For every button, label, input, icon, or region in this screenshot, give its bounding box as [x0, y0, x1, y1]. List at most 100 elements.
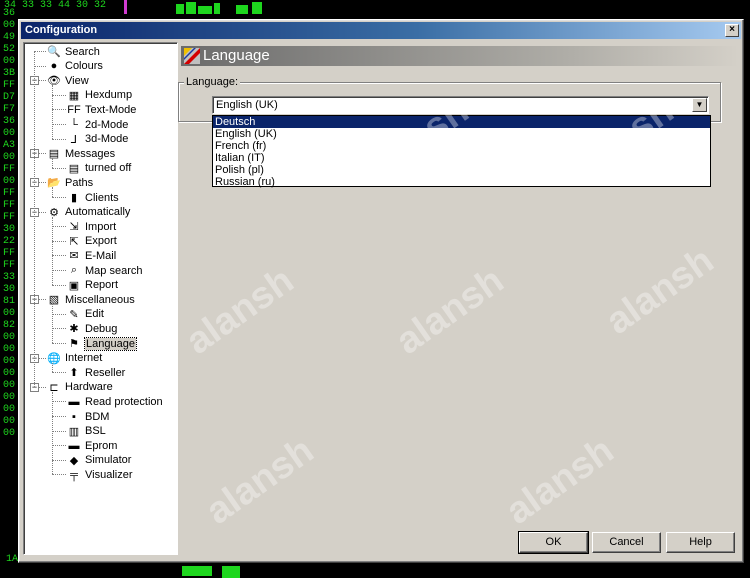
- terminal-graph: [186, 2, 196, 14]
- tree-item-3d-mode[interactable]: ⅃ 3d-Mode: [66, 132, 129, 147]
- settings-tree[interactable]: 🔍 Search ● Colours 👁 View − ▦ Hexdump FF Text-Mode…: [23, 42, 178, 555]
- language-select[interactable]: English (UK) ▼: [212, 96, 709, 114]
- tree-item-bdm[interactable]: ▪ BDM: [66, 409, 109, 424]
- tree-connector: [52, 459, 66, 461]
- chip-icon: ▪: [72, 410, 76, 423]
- tree-item-reseller[interactable]: ⬆ Reseller: [66, 365, 125, 380]
- tree-item-automatically[interactable]: ⚙ Automatically: [46, 205, 130, 220]
- tree-connector: [52, 226, 66, 228]
- tree-item-language[interactable]: ⚑ Language: [66, 336, 137, 351]
- tree-item-label: Debug: [85, 322, 118, 335]
- tree-item-label: Hardware: [65, 381, 113, 394]
- tree-item-edit[interactable]: ✎ Edit: [66, 307, 104, 322]
- tree-connector: [52, 158, 53, 168]
- search-icon: 🔍: [47, 46, 61, 58]
- tree-item-label: 2d-Mode: [85, 118, 129, 131]
- 3d-axis-icon: ⅃: [70, 133, 78, 146]
- language-select-value: English (UK): [216, 99, 278, 111]
- messages-icon: ▤: [48, 148, 60, 161]
- tree-item-miscellaneous[interactable]: ▧ Miscellaneous: [46, 292, 135, 307]
- tree-item-label: Report: [85, 279, 119, 292]
- gears-icon: ⚙: [49, 206, 59, 219]
- tree-item-label: Text-Mode: [85, 103, 137, 116]
- tree-item-hardware[interactable]: ⊏ Hardware: [46, 380, 113, 395]
- tree-connector: [52, 284, 66, 286]
- tree-item-map-search[interactable]: ⌕ Map search: [66, 263, 143, 278]
- tree-connector: [52, 187, 53, 197]
- tree-item-turned-off[interactable]: ▤ turned off: [66, 161, 131, 176]
- tree-item-label: E-Mail: [85, 249, 117, 262]
- close-button[interactable]: ×: [725, 24, 739, 37]
- tree-item-label: turned off: [85, 162, 132, 175]
- language-option[interactable]: Deutsch: [213, 116, 710, 128]
- tree-connector: [52, 416, 66, 417]
- tree-item-label: View: [65, 74, 89, 87]
- export-icon: ⇱: [69, 235, 79, 248]
- hardware-icon: ⊏: [49, 381, 59, 394]
- chip-icon: ▬: [68, 439, 80, 452]
- tree-item-text-mode[interactable]: FF Text-Mode: [66, 102, 136, 117]
- tree-item-bsl[interactable]: ▥ BSL: [66, 424, 106, 439]
- tree-connector: [52, 124, 66, 125]
- terminal-graph: [182, 566, 212, 576]
- chevron-down-icon[interactable]: ▼: [692, 98, 707, 112]
- tree-connector: [52, 304, 53, 343]
- tree-item-visualizer[interactable]: ╤ Visualizer: [66, 467, 133, 482]
- tree-item-e-mail[interactable]: ✉ E-Mail: [66, 248, 116, 263]
- tree-item-hexdump[interactable]: ▦ Hexdump: [66, 88, 132, 103]
- tree-item-label: Miscellaneous: [65, 293, 135, 306]
- tree-item-report[interactable]: ▣ Report: [66, 278, 118, 293]
- tree-item-label: Internet: [65, 352, 103, 365]
- tree-item-export[interactable]: ⇱ Export: [66, 234, 116, 249]
- tree-item-colours[interactable]: ● Colours: [46, 59, 103, 74]
- tree-item-2d-mode[interactable]: └ 2d-Mode: [66, 117, 128, 132]
- language-option[interactable]: Russian (ru): [213, 176, 710, 188]
- tree-item-label: Hexdump: [85, 89, 133, 102]
- tree-item-read-protection[interactable]: ▬ Read protection: [66, 394, 163, 409]
- tree-item-label: Read protection: [85, 395, 163, 408]
- language-option[interactable]: Polish (pl): [213, 164, 710, 176]
- import-icon: ⇲: [69, 221, 79, 234]
- tree-connector: [52, 328, 66, 330]
- eye-icon: 👁: [47, 75, 61, 88]
- tree-connector: [52, 313, 66, 315]
- tree-connector: [52, 240, 66, 242]
- panel-title: Language: [203, 47, 270, 64]
- help-button[interactable]: Help: [666, 532, 735, 553]
- tree-item-eprom[interactable]: ▬ Eprom: [66, 438, 118, 453]
- tree-item-label: Eprom: [85, 439, 118, 452]
- tree-item-label: BSL: [85, 425, 106, 438]
- colours-icon: ●: [50, 60, 58, 73]
- bsl-icon: ▥: [68, 425, 80, 438]
- tree-item-search[interactable]: 🔍 Search: [46, 44, 100, 59]
- ok-button[interactable]: OK: [518, 531, 589, 554]
- tree-connector: [52, 255, 66, 257]
- cancel-button[interactable]: Cancel: [592, 532, 661, 553]
- terminal-graph: [222, 566, 240, 578]
- tree-connector: [52, 94, 66, 96]
- tree-item-simulator[interactable]: ◆ Simulator: [66, 453, 132, 468]
- tree-item-debug[interactable]: ✱ Debug: [66, 321, 117, 336]
- panel-header: Language: [181, 46, 739, 66]
- language-dropdown-list[interactable]: Deutsch English (UK) French (fr) Italian (I…: [212, 115, 711, 188]
- language-group-label: Language:: [184, 76, 240, 88]
- terminal-graph: [236, 5, 248, 14]
- tree-item-label: Visualizer: [85, 468, 133, 481]
- tree-item-messages[interactable]: ▤ Messages: [46, 146, 115, 161]
- tree-item-import[interactable]: ⇲ Import: [66, 219, 116, 234]
- tree-item-label: Simulator: [85, 454, 132, 467]
- tree-connector: [52, 445, 66, 447]
- terminal-graph: [252, 2, 262, 14]
- terminal-graph: [214, 3, 220, 14]
- tree-connector: [52, 372, 66, 374]
- flag-icon: ⚑: [69, 338, 79, 350]
- language-option[interactable]: French (fr): [213, 140, 710, 152]
- tree-item-paths[interactable]: 📂 Paths: [46, 175, 93, 190]
- tree-item-clients[interactable]: ▮ Clients: [66, 190, 119, 205]
- language-option[interactable]: Italian (IT): [213, 152, 710, 164]
- hexdump-icon: ▦: [68, 89, 80, 102]
- title-bar[interactable]: Configuration ×: [21, 22, 741, 39]
- tree-item-label: Search: [65, 45, 100, 58]
- language-option[interactable]: English (UK): [213, 128, 710, 140]
- tree-item-internet[interactable]: 🌐 Internet: [46, 351, 102, 366]
